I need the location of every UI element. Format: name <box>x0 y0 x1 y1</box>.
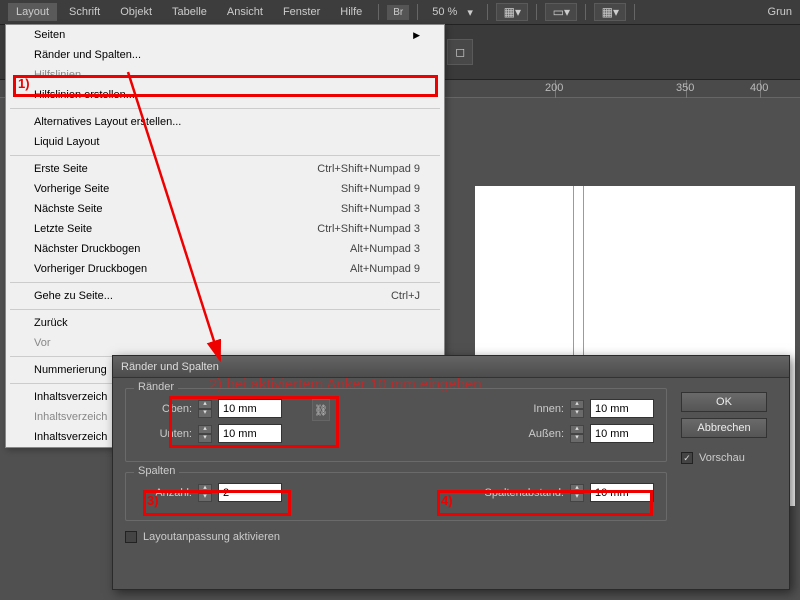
bottom-input[interactable] <box>218 424 282 443</box>
inner-input[interactable] <box>590 399 654 418</box>
submenu-arrow-icon: ▶ <box>413 30 420 41</box>
top-input[interactable] <box>218 399 282 418</box>
menu-separator <box>10 282 440 283</box>
separator <box>634 4 635 20</box>
margins-fieldset: Ränder Oben: ▴▾ Unten: ▴▾ <box>125 388 667 462</box>
menu-separator <box>10 108 440 109</box>
menu-item-naechster-druckbogen[interactable]: Nächster DruckbogenAlt+Numpad 3 <box>6 239 444 259</box>
count-label: Anzahl: <box>138 487 192 499</box>
separator <box>487 4 488 20</box>
menu-item-gehe-zu-seite[interactable]: Gehe zu Seite...Ctrl+J <box>6 286 444 306</box>
bridge-button[interactable]: Br <box>387 5 409 20</box>
zoom-level[interactable]: 50 % <box>426 6 463 18</box>
checkbox-icon <box>125 531 137 543</box>
columns-legend: Spalten <box>134 465 179 477</box>
top-label: Oben: <box>138 403 192 415</box>
inner-label: Innen: <box>510 403 564 415</box>
bottom-spinner[interactable]: ▴▾ <box>198 425 212 443</box>
inner-spinner[interactable]: ▴▾ <box>570 400 584 418</box>
menu-item-vorherige-seite[interactable]: Vorherige SeiteShift+Numpad 9 <box>6 179 444 199</box>
menu-ansicht[interactable]: Ansicht <box>219 3 271 21</box>
menu-item-vorheriger-druckbogen[interactable]: Vorheriger DruckbogenAlt+Numpad 9 <box>6 259 444 279</box>
layout-adjust-checkbox[interactable]: Layoutanpassung aktivieren <box>125 531 667 543</box>
separator <box>417 4 418 20</box>
workspace-label[interactable]: Grun <box>768 6 792 18</box>
outer-input[interactable] <box>590 424 654 443</box>
columns-fieldset: Spalten Anzahl: ▴▾ Spaltenabstand: ▴▾ <box>125 472 667 521</box>
menu-item-raender-spalten[interactable]: Ränder und Spalten... <box>6 45 444 65</box>
menu-objekt[interactable]: Objekt <box>112 3 160 21</box>
corner-options-icon[interactable]: ◻ <box>447 39 473 65</box>
separator <box>585 4 586 20</box>
count-spinner[interactable]: ▴▾ <box>198 484 212 502</box>
arrange-docs-icon[interactable]: ▦▾ <box>594 3 626 21</box>
cancel-button[interactable]: Abbrechen <box>681 418 767 438</box>
menu-item-naechste-seite[interactable]: Nächste SeiteShift+Numpad 3 <box>6 199 444 219</box>
menu-separator <box>10 155 440 156</box>
separator <box>378 4 379 20</box>
menu-item-hilfslinien-erstellen[interactable]: Hilfslinien erstellen... <box>6 85 444 105</box>
gutter-spinner[interactable]: ▴▾ <box>570 484 584 502</box>
separator <box>536 4 537 20</box>
menu-item-letzte-seite[interactable]: Letzte SeiteCtrl+Shift+Numpad 3 <box>6 219 444 239</box>
menu-item-liquid-layout[interactable]: Liquid Layout <box>6 132 444 152</box>
menu-item-erste-seite[interactable]: Erste SeiteCtrl+Shift+Numpad 9 <box>6 159 444 179</box>
link-margins-icon[interactable]: ⛓ <box>312 399 330 421</box>
outer-label: Außen: <box>510 428 564 440</box>
top-spinner[interactable]: ▴▾ <box>198 400 212 418</box>
count-input[interactable] <box>218 483 282 502</box>
menu-hilfe[interactable]: Hilfe <box>332 3 370 21</box>
bottom-label: Unten: <box>138 428 192 440</box>
menu-item-hilfslinien: Hilfslinien... <box>6 65 444 85</box>
menu-layout[interactable]: Layout <box>8 3 57 21</box>
menu-item-zurueck[interactable]: Zurück <box>6 313 444 333</box>
annotation-number: 1) <box>18 76 30 91</box>
ok-button[interactable]: OK <box>681 392 767 412</box>
menu-fenster[interactable]: Fenster <box>275 3 328 21</box>
preview-checkbox[interactable]: ✓ Vorschau <box>681 452 777 464</box>
menu-schrift[interactable]: Schrift <box>61 3 108 21</box>
margins-legend: Ränder <box>134 381 178 393</box>
outer-spinner[interactable]: ▴▾ <box>570 425 584 443</box>
menu-separator <box>10 309 440 310</box>
menu-item-vor: Vor <box>6 333 444 353</box>
menubar: Layout Schrift Objekt Tabelle Ansicht Fe… <box>0 0 800 24</box>
menu-tabelle[interactable]: Tabelle <box>164 3 215 21</box>
margins-columns-dialog: Ränder und Spalten 2) bei aktiviertem An… <box>112 355 790 590</box>
view-options-icon[interactable]: ▦▾ <box>496 3 528 21</box>
chevron-down-icon[interactable]: ▾ <box>467 6 479 18</box>
screen-mode-icon[interactable]: ▭▾ <box>545 3 577 21</box>
menu-item-seiten[interactable]: Seiten▶ <box>6 25 444 45</box>
dialog-titlebar[interactable]: Ränder und Spalten <box>113 356 789 378</box>
checkbox-icon: ✓ <box>681 452 693 464</box>
menu-item-alternatives-layout[interactable]: Alternatives Layout erstellen... <box>6 112 444 132</box>
gutter-label: Spaltenabstand: <box>484 487 564 499</box>
gutter-input[interactable] <box>590 483 654 502</box>
